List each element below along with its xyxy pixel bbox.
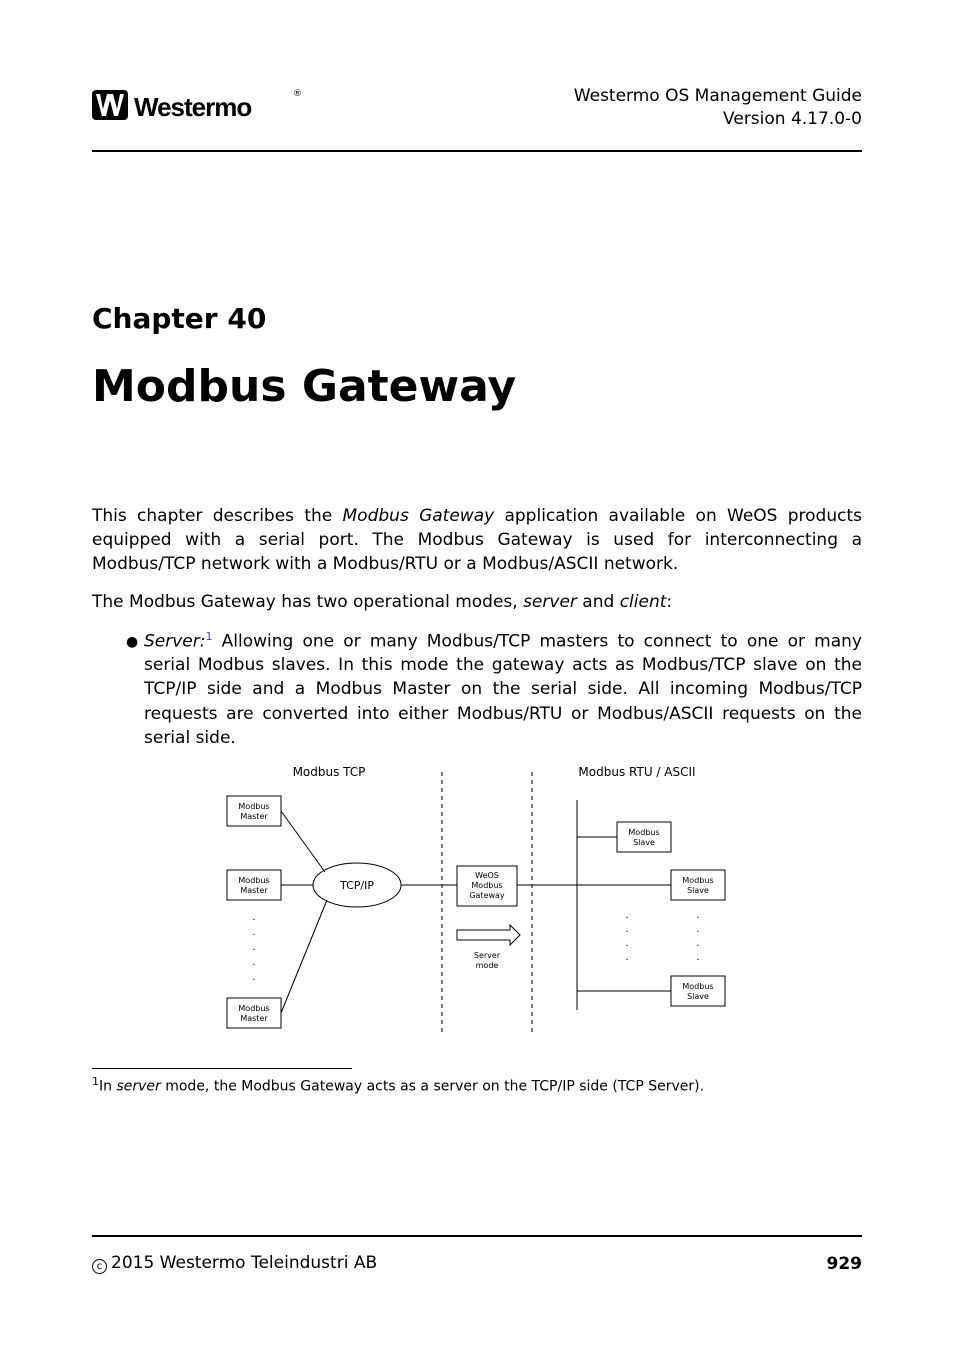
server-mode-arrow: Server mode	[457, 925, 520, 970]
copyright-line: c 2015 Westermo Teleindustri AB	[92, 1253, 377, 1274]
header-right: Westermo OS Management Guide Version 4.1…	[574, 85, 862, 131]
svg-text:TCP/IP: TCP/IP	[339, 879, 374, 892]
svg-text:.: .	[252, 942, 255, 953]
intro-paragraph-2: The Modbus Gateway has two operational m…	[92, 590, 862, 614]
svg-text:.: .	[252, 972, 255, 983]
intro-paragraph-1: This chapter describes the Modbus Gatewa…	[92, 504, 862, 576]
svg-text:.: .	[625, 938, 628, 949]
svg-text:Modbus: Modbus	[471, 881, 502, 890]
svg-text:Westermo: Westermo	[134, 92, 251, 122]
slave-box-1: Modbus Slave	[617, 822, 671, 852]
master-box-3: Modbus Master	[227, 998, 281, 1028]
svg-text:.: .	[625, 924, 628, 935]
fn-i: server	[116, 1078, 160, 1094]
bullet-rest: Allowing one or many Modbus/TCP masters …	[144, 631, 862, 748]
diagram-wrap: Modbus TCP Modbus RTU / ASCII Modbus Mas…	[92, 760, 862, 1044]
p1-i: Modbus Gateway	[343, 506, 495, 526]
version-line: Version 4.17.0-0	[574, 108, 862, 131]
bullet-item-server: ● Server:1 Allowing one or many Modbus/T…	[126, 629, 862, 750]
svg-text:Master: Master	[240, 1014, 268, 1023]
svg-text:.: .	[696, 952, 699, 963]
westermo-logo: Westermo ®	[92, 84, 312, 132]
svg-text:Master: Master	[240, 812, 268, 821]
master-box-1: Modbus Master	[227, 796, 281, 826]
svg-text:Gateway: Gateway	[469, 891, 505, 900]
svg-text:mode: mode	[476, 961, 499, 970]
svg-text:.: .	[252, 927, 255, 938]
page-header: Westermo ® Westermo OS Management Guide …	[92, 84, 862, 146]
svg-text:.: .	[625, 910, 628, 921]
svg-text:.: .	[625, 952, 628, 963]
page-footer: c 2015 Westermo Teleindustri AB 929	[92, 1235, 862, 1274]
page: Westermo ® Westermo OS Management Guide …	[0, 0, 954, 1350]
svg-text:Server: Server	[474, 951, 501, 960]
footnote-1: 1In server mode, the Modbus Gateway acts…	[92, 1075, 862, 1095]
svg-text:Modbus: Modbus	[628, 828, 659, 837]
master-box-2: Modbus Master	[227, 870, 281, 900]
footnote-num: 1	[92, 1075, 99, 1088]
svg-text:Modbus: Modbus	[682, 982, 713, 991]
svg-text:.: .	[696, 924, 699, 935]
bullet-list: ● Server:1 Allowing one or many Modbus/T…	[126, 629, 862, 750]
p2-b: and	[577, 592, 620, 612]
svg-text:.: .	[252, 912, 255, 923]
svg-text:Master: Master	[240, 886, 268, 895]
svg-text:Modbus: Modbus	[238, 1004, 269, 1013]
svg-text:.: .	[252, 957, 255, 968]
chapter-label: Chapter 40	[92, 302, 862, 335]
bullet-text: Server:1 Allowing one or many Modbus/TCP…	[144, 629, 862, 750]
fn-a: In	[99, 1078, 116, 1094]
slave-box-3: Modbus Slave	[671, 976, 725, 1006]
slave-box-2: Modbus Slave	[671, 870, 725, 900]
svg-text:.: .	[696, 938, 699, 949]
svg-text:Slave: Slave	[687, 992, 709, 1001]
svg-text:.: .	[696, 910, 699, 921]
p1-a: This chapter describes the	[92, 506, 343, 526]
svg-text:Modbus: Modbus	[238, 802, 269, 811]
p2-c: :	[666, 592, 672, 612]
modbus-diagram: Modbus TCP Modbus RTU / ASCII Modbus Mas…	[217, 760, 737, 1044]
svg-text:Slave: Slave	[633, 838, 655, 847]
bullet-dot-icon: ●	[126, 629, 144, 750]
diagram-right-heading: Modbus RTU / ASCII	[578, 765, 695, 779]
footer-row: c 2015 Westermo Teleindustri AB 929	[92, 1253, 862, 1274]
copyright-text: 2015 Westermo Teleindustri AB	[111, 1253, 377, 1273]
svg-text:Slave: Slave	[687, 886, 709, 895]
p2-i2: client	[620, 592, 667, 612]
svg-text:®: ®	[293, 89, 302, 99]
diagram-left-heading: Modbus TCP	[293, 765, 366, 779]
copyright-icon: c	[92, 1259, 107, 1274]
fn-b: mode, the Modbus Gateway acts as a serve…	[161, 1078, 704, 1094]
guide-title: Westermo OS Management Guide	[574, 85, 862, 108]
page-number: 929	[827, 1254, 863, 1274]
svg-text:Modbus: Modbus	[682, 876, 713, 885]
svg-text:WeOS: WeOS	[475, 871, 499, 880]
footer-rule	[92, 1235, 862, 1237]
p2-i1: server	[523, 592, 577, 612]
header-rule	[92, 150, 862, 152]
p2-a: The Modbus Gateway has two operational m…	[92, 592, 523, 612]
svg-text:Modbus: Modbus	[238, 876, 269, 885]
footnote-rule	[92, 1068, 352, 1069]
chapter-title: Modbus Gateway	[92, 361, 862, 412]
gateway-box: WeOS Modbus Gateway	[457, 866, 517, 906]
bullet-label: Server:	[144, 631, 205, 651]
